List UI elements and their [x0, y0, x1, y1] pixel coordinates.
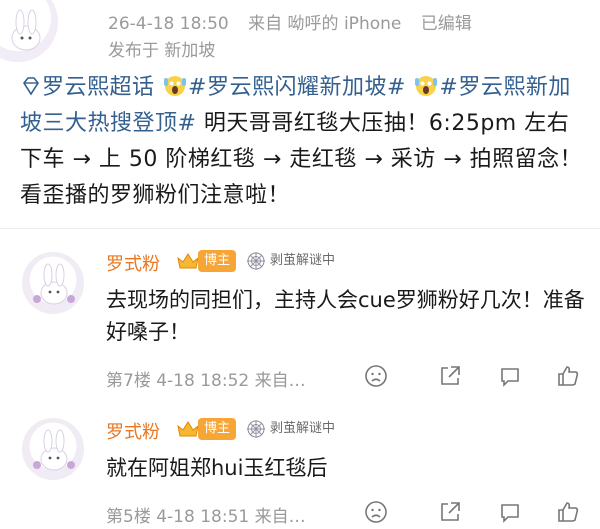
blogger-badge: 博主: [198, 418, 237, 440]
comment-floor: 第5楼: [106, 507, 151, 527]
share-icon[interactable]: [438, 500, 462, 524]
commenter-avatar[interactable]: [22, 252, 84, 314]
diamond-icon: [23, 77, 39, 96]
hashtag-link-1[interactable]: #罗云熙闪耀新加坡#: [188, 75, 406, 100]
post-time: 26-4-18 18:50: [108, 14, 229, 34]
sad-face-icon[interactable]: [364, 500, 388, 524]
sad-face-icon[interactable]: [364, 364, 388, 388]
like-icon[interactable]: [556, 364, 580, 388]
share-icon[interactable]: [438, 364, 462, 388]
post-meta: 26-4-18 18:50 来自 呦呼的 iPhone 已编辑: [108, 9, 486, 34]
comment-source: 来自…: [254, 507, 306, 527]
author-avatar[interactable]: [0, 0, 58, 62]
supertopic-link[interactable]: 罗云熙超话: [42, 75, 155, 100]
spider-web-icon: [247, 420, 265, 438]
comment-time: 4-18 18:52: [156, 371, 250, 391]
scream-emoji-icon: [164, 76, 187, 96]
comment-footer: 第7楼 4-18 18:52 来自…: [106, 366, 306, 391]
commenter-avatar[interactable]: [22, 418, 84, 480]
post-source: 来自 呦呼的 iPhone: [248, 14, 402, 34]
comment-floor: 第7楼: [106, 371, 151, 391]
comment-text: 去现场的同担们，主持人会cue罗狮粉好几次！准备好嗓子！: [106, 288, 585, 344]
spider-web-icon: [247, 252, 265, 270]
crown-icon: [177, 421, 199, 437]
comment-text: 就在阿姐郑hui玉红毯后: [106, 456, 328, 480]
post-edited[interactable]: 已编辑: [421, 14, 472, 34]
fan-group-badge: 剥茧解谜中: [270, 253, 336, 268]
commenter-name[interactable]: 罗式粉: [106, 250, 160, 276]
post-location: 发布于 新加坡: [108, 41, 216, 61]
commenter-name[interactable]: 罗式粉: [106, 418, 160, 444]
comment-icon[interactable]: [498, 364, 522, 388]
blogger-badge: 博主: [198, 250, 237, 272]
divider: [0, 228, 600, 229]
crown-icon: [177, 253, 199, 269]
fan-group-badge: 剥茧解谜中: [270, 421, 336, 436]
comment-icon[interactable]: [498, 500, 522, 524]
like-icon[interactable]: [556, 500, 580, 524]
comment-footer: 第5楼 4-18 18:51 来自…: [106, 502, 306, 527]
scream-emoji-icon: [415, 76, 438, 96]
post-body: 罗云熙超话 #罗云熙闪耀新加坡# #罗云熙新加坡三大热搜登顶# 明天哥哥红毯大压…: [20, 70, 590, 214]
comment-source: 来自…: [254, 371, 306, 391]
comment-time: 4-18 18:51: [156, 507, 250, 527]
post-header: 26-4-18 18:50 来自 呦呼的 iPhone 已编辑 发布于 新加坡: [0, 0, 600, 64]
